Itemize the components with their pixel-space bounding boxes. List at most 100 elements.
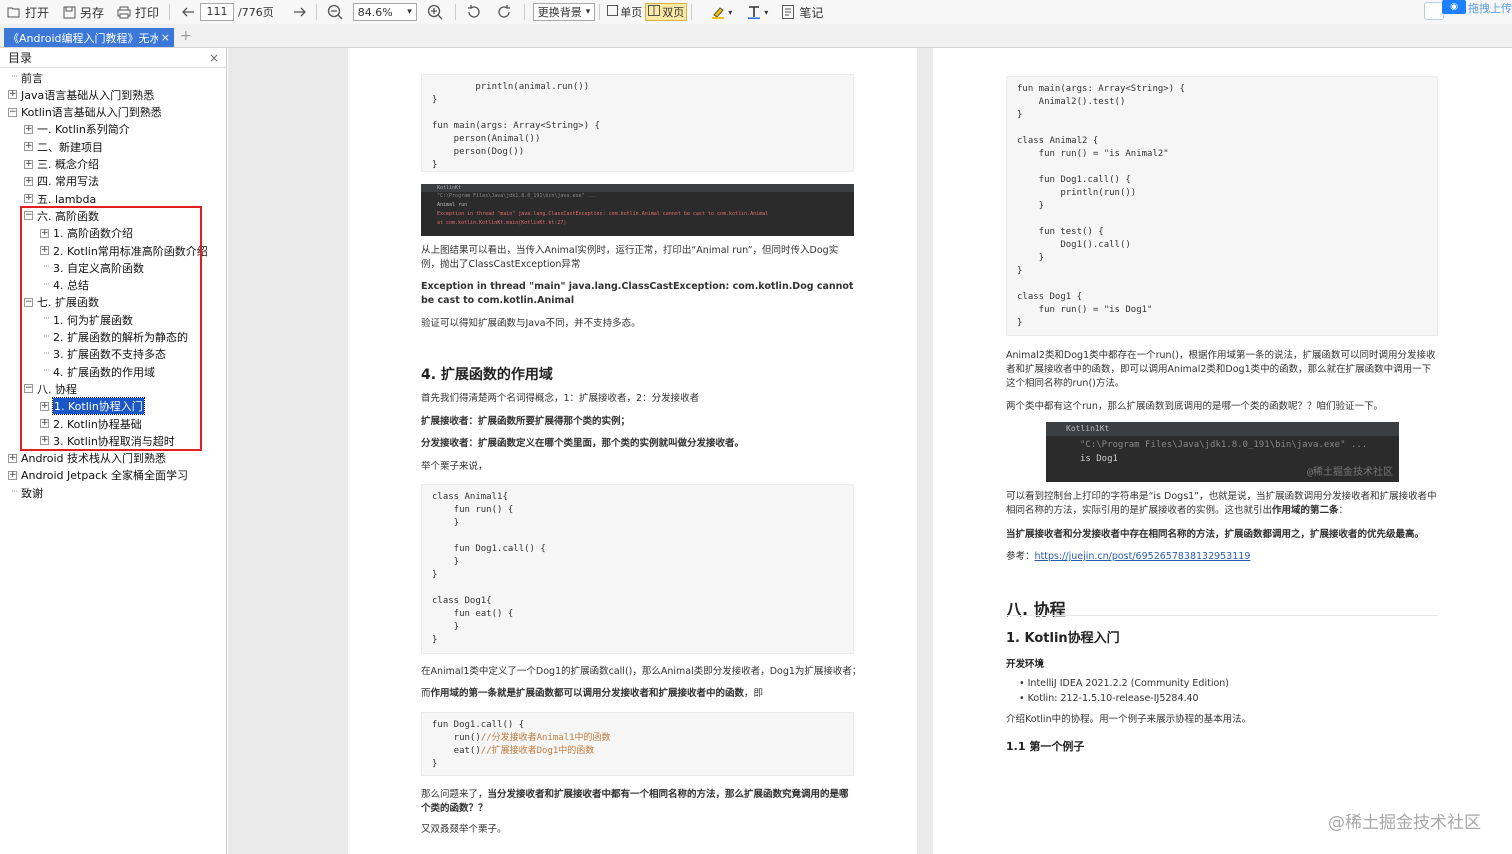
toc-item-label: Android 技术栈从入门到熟悉 xyxy=(21,452,167,466)
chevron-down-icon: ▾ xyxy=(407,7,412,17)
console-line: "C:\Program Files\Java\jdk1.8.0_191\bin\… xyxy=(437,193,597,199)
collapse-icon[interactable]: − xyxy=(8,107,17,117)
toc-sidebar: 目录 × 前言 + Java语言基础从入门到熟悉 − Kotlin语言基础从入门到熟悉 +… xyxy=(0,48,227,854)
background-select[interactable]: 更换背景 ▾ xyxy=(532,3,596,21)
console-line: at com.kotlin.KotlinKt.main(KotlinKt.kt:… xyxy=(437,220,567,226)
expand-icon[interactable]: + xyxy=(24,159,33,169)
folder-icon xyxy=(6,4,22,20)
toc-item[interactable]: + Android Jetpack 全家桶全面学习 xyxy=(8,467,188,484)
text-tool-icon[interactable] xyxy=(746,4,762,20)
toc-item-label: 二、新建项目 xyxy=(37,140,103,154)
search-icon[interactable] xyxy=(1424,2,1444,20)
code-block-2: class Animal1{ fun run() { } fun Dog1.ca… xyxy=(421,484,854,654)
console-watermark: @稀土掘金技术社区 xyxy=(1306,467,1393,478)
notes-button[interactable]: 笔记 xyxy=(774,1,829,23)
tree-connector xyxy=(8,486,17,499)
open-button[interactable]: 打开 xyxy=(0,1,55,23)
expand-icon[interactable]: + xyxy=(24,176,33,186)
paragraph: 介绍Kotlin中的协程。用一个例子来展示协程的基本用法。 xyxy=(1006,714,1252,725)
divider xyxy=(454,4,456,20)
expand-icon[interactable]: + xyxy=(24,194,33,204)
code-block-1: println(animal.run()) } fun main(args: A… xyxy=(421,74,854,172)
toc-item-label: 致谢 xyxy=(21,486,43,500)
toc-item[interactable]: + 一. Kotlin系列简介 xyxy=(24,121,130,138)
rotate-right-icon[interactable] xyxy=(496,4,512,20)
section-heading: 4. 扩展函数的作用域 xyxy=(421,367,553,383)
divider xyxy=(315,4,317,20)
code-block-4: fun main(args: Array<String>) { Animal2(… xyxy=(1006,76,1438,336)
code-block-3: fun Dog1.call() { run()//分发接收者Animal1中的函… xyxy=(421,712,854,776)
paragraph: 举个栗子来说， xyxy=(421,461,488,472)
printer-icon xyxy=(116,4,132,20)
paragraph: 首先我们得清楚两个名词得概念，1：扩展接收者，2：分发接收者 xyxy=(421,393,700,404)
toc-item[interactable]: 前言 xyxy=(8,69,43,86)
toc-item-label: 三. 概念介绍 xyxy=(37,158,99,171)
chevron-down-icon[interactable]: ▾ xyxy=(728,8,732,17)
reference-link[interactable]: https://juejin.cn/post/69526578381329531… xyxy=(1035,551,1251,562)
prev-page-icon[interactable] xyxy=(180,4,196,20)
zoom-out-icon[interactable] xyxy=(327,4,343,20)
paragraph: 在Animal1类中定义了一个Dog1的扩展函数call()，那么Animal类… xyxy=(421,666,862,677)
zoom-in-icon[interactable] xyxy=(427,4,443,20)
tree-connector xyxy=(8,71,17,84)
highlighter-icon[interactable] xyxy=(710,4,726,20)
new-tab-button[interactable]: + xyxy=(180,28,192,44)
toc-item-label: 五. lambda xyxy=(37,192,97,206)
toc-item-label: Android Jetpack 全家桶全面学习 xyxy=(21,469,188,483)
paragraph: 又双叒叕举个栗子。 xyxy=(421,824,507,835)
paragraph: 而作用域的第一条就是扩展函数都可以调用分发接收者和扩展接收者中的函数，即 xyxy=(421,688,764,699)
divider xyxy=(691,4,693,20)
expand-icon[interactable]: + xyxy=(8,90,17,100)
divider xyxy=(169,4,171,20)
toc-item[interactable]: + 四. 常用写法 xyxy=(24,173,99,190)
toc-item-label: Kotlin语言基础从入门到熟悉 xyxy=(21,106,162,120)
save-as-button[interactable]: 另存 xyxy=(55,1,110,23)
paragraph: 两个类中都有这个run，那么扩展函数到底调用的是哪一个类的函数呢？？咱们验证一下… xyxy=(1006,401,1383,412)
subsection-heading: 1.1 第一个例子 xyxy=(1006,740,1085,753)
paragraph: Animal2类和Dog1类中都存在一个run()，根据作用域第一条的说法，扩展… xyxy=(1006,350,1436,389)
expand-icon[interactable]: + xyxy=(8,470,17,480)
double-page-button[interactable]: 双页 xyxy=(645,3,688,21)
toc-title: 目录 xyxy=(8,51,33,65)
right-page: fun main(args: Array<String>) { Animal2(… xyxy=(933,48,1512,854)
chevron-down-icon: ▾ xyxy=(585,7,591,17)
toc-item[interactable]: 致谢 xyxy=(8,484,43,501)
expand-icon[interactable]: + xyxy=(24,142,33,152)
document-tab-bar: 《Android编程入门教程》无水印 × + xyxy=(0,24,1512,48)
paragraph: 可以看到控制台上打印的字符串是“is Dogs1”，也就是说，当扩展函数调用分发… xyxy=(1006,491,1437,516)
console-screenshot-2: Kotlin1Kt "C:\Program Files\Java\jdk1.8.… xyxy=(1046,422,1399,482)
toc-item-label: 前言 xyxy=(21,71,43,85)
page-number-input[interactable]: 111 xyxy=(200,3,235,21)
document-tab-title: 《Android编程入门教程》无水印 xyxy=(8,31,158,45)
save-icon xyxy=(61,4,77,20)
print-button[interactable]: 打印 xyxy=(110,1,165,23)
toc-item[interactable]: + Java语言基础从入门到熟悉 xyxy=(8,86,154,103)
rotate-left-icon[interactable] xyxy=(466,4,482,20)
toolbar: 打开 另存 打印 111 /776页 84.6% ▾ 更换背景 ▾ 单页 双页 … xyxy=(0,0,1512,24)
close-icon[interactable]: × xyxy=(161,31,170,44)
expand-icon[interactable]: + xyxy=(8,453,17,463)
single-page-button[interactable]: 单页 xyxy=(604,3,645,21)
divider xyxy=(599,4,601,20)
toc-item[interactable]: + Android 技术栈从入门到熟悉 xyxy=(8,450,166,467)
toc-item-label: 四. 常用写法 xyxy=(37,175,99,189)
chevron-down-icon[interactable]: ▾ xyxy=(764,8,768,17)
toc-item[interactable]: + 五. lambda xyxy=(24,190,96,207)
notes-icon xyxy=(780,4,796,20)
zoom-select[interactable]: 84.6% ▾ xyxy=(352,3,417,21)
document-viewer: println(animal.run()) } fun main(args: A… xyxy=(228,48,1512,854)
close-icon[interactable]: × xyxy=(209,51,219,65)
toc-item[interactable]: − Kotlin语言基础从入门到熟悉 xyxy=(8,104,162,121)
paragraph: 当扩展接收者和分发接收者中存在相同名称的方法，扩展函数都调用之，扩展接收者的优先… xyxy=(1006,529,1425,540)
console-title: KotlinKt xyxy=(421,184,854,192)
toc-item[interactable]: + 三. 概念介绍 xyxy=(24,156,99,173)
toc-item[interactable]: + 二、新建项目 xyxy=(24,138,103,155)
document-tab[interactable]: 《Android编程入门教程》无水印 × xyxy=(4,28,174,47)
paragraph: 从上图结果可以看出，当传入Animal实例时，运行正常，打印出“Animal r… xyxy=(421,245,839,270)
paragraph: 扩展接收者：扩展函数所要扩展得那个类的实例； xyxy=(421,416,631,427)
expand-icon[interactable]: + xyxy=(24,124,33,134)
next-page-icon[interactable] xyxy=(292,4,308,20)
subsection-heading: 开发环境 xyxy=(1006,659,1045,670)
divider xyxy=(523,4,525,20)
upload-link[interactable]: 拖拽上传 xyxy=(1468,0,1512,16)
